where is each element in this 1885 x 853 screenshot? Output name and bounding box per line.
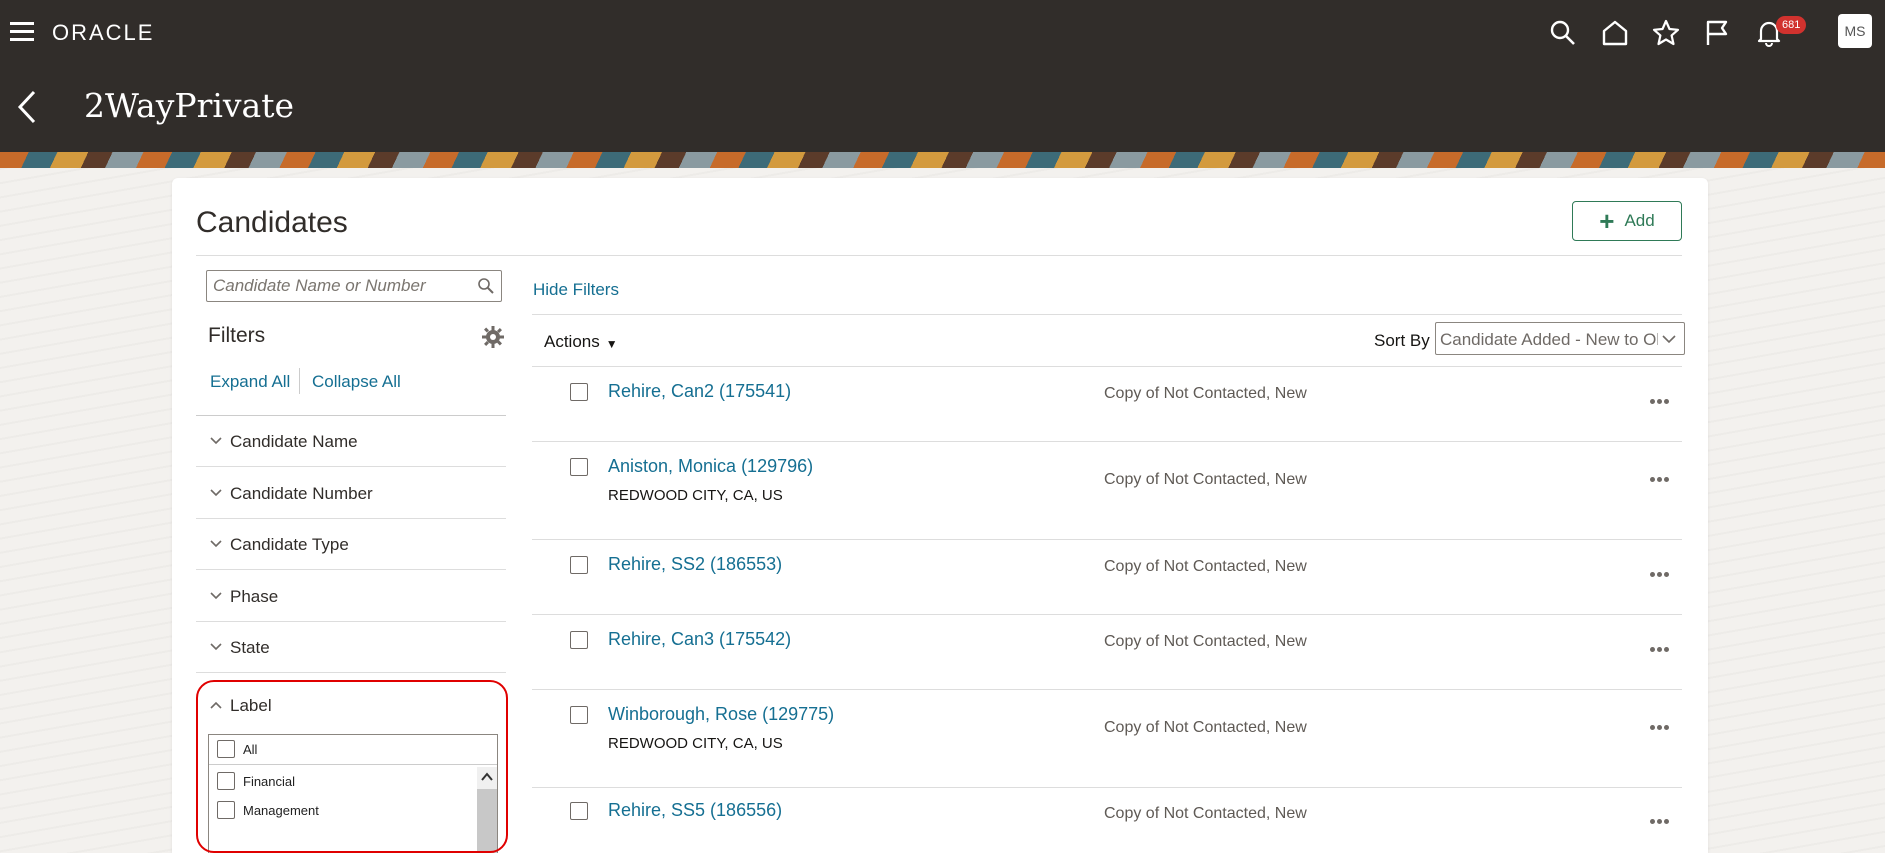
label-option-text: Management xyxy=(243,802,319,818)
row-checkbox[interactable] xyxy=(570,383,588,401)
chevron-down-icon xyxy=(210,489,222,497)
candidate-location: REDWOOD CITY, CA, US xyxy=(608,735,783,752)
candidate-status: Copy of Not Contacted, New xyxy=(1104,558,1307,575)
row-checkbox[interactable] xyxy=(570,802,588,820)
label-checkbox-all[interactable] xyxy=(217,740,235,758)
candidate-row[interactable]: Winborough, Rose (129775) REDWOOD CITY, … xyxy=(532,690,1682,788)
candidate-row[interactable]: Rehire, SS2 (186553) Copy of Not Contact… xyxy=(532,540,1682,615)
candidate-name-link[interactable]: Rehire, SS5 (186556) xyxy=(608,800,782,821)
flag-icon[interactable] xyxy=(1702,18,1732,48)
facet-state[interactable]: State xyxy=(196,622,506,673)
chevron-down-icon xyxy=(210,540,222,548)
divider xyxy=(299,368,300,394)
home-icon[interactable] xyxy=(1600,18,1630,48)
row-checkbox[interactable] xyxy=(570,556,588,574)
candidate-row[interactable]: Aniston, Monica (129796) REDWOOD CITY, C… xyxy=(532,442,1682,540)
row-checkbox[interactable] xyxy=(570,706,588,724)
sort-by-value: Candidate Added - New to Old xyxy=(1440,330,1658,349)
collapse-all-link[interactable]: Collapse All xyxy=(312,372,401,392)
label-option-management[interactable]: Management xyxy=(217,801,319,819)
facet-candidate-name[interactable]: Candidate Name xyxy=(196,416,506,467)
chevron-down-icon xyxy=(210,643,222,651)
sort-by-select[interactable]: Candidate Added - New to Old xyxy=(1435,322,1685,355)
page-title: 2WayPrivate xyxy=(84,86,295,125)
more-actions-icon[interactable] xyxy=(1650,469,1674,482)
star-icon[interactable] xyxy=(1651,18,1681,48)
candidate-search-input[interactable] xyxy=(213,275,463,297)
label-checkbox-management[interactable] xyxy=(217,801,235,819)
actions-menu[interactable]: Actions ▼ xyxy=(544,332,618,352)
candidate-name-link[interactable]: Rehire, Can3 (175542) xyxy=(608,629,791,650)
facet-label: Candidate Type xyxy=(230,535,349,554)
candidate-location: REDWOOD CITY, CA, US xyxy=(608,487,783,504)
actions-label: Actions xyxy=(544,332,600,351)
search-icon[interactable] xyxy=(477,277,495,295)
row-checkbox[interactable] xyxy=(570,631,588,649)
facet-candidate-number[interactable]: Candidate Number xyxy=(196,468,506,519)
expand-all-link[interactable]: Expand All xyxy=(210,372,290,392)
candidate-status: Copy of Not Contacted, New xyxy=(1104,805,1307,822)
add-button[interactable]: + Add xyxy=(1572,201,1682,241)
chevron-up-icon xyxy=(210,701,222,709)
label-checkbox-financial[interactable] xyxy=(217,772,235,790)
plus-icon: + xyxy=(1599,206,1615,236)
menu-icon[interactable] xyxy=(10,22,34,42)
candidate-status: Copy of Not Contacted, New xyxy=(1104,719,1307,736)
add-button-label: Add xyxy=(1624,211,1655,230)
row-checkbox[interactable] xyxy=(570,458,588,476)
facet-candidate-type[interactable]: Candidate Type xyxy=(196,519,506,570)
candidate-status: Copy of Not Contacted, New xyxy=(1104,471,1307,488)
facet-phase[interactable]: Phase xyxy=(196,571,506,622)
candidate-status: Copy of Not Contacted, New xyxy=(1104,385,1307,402)
caret-down-icon: ▼ xyxy=(605,336,618,351)
chevron-down-icon xyxy=(1662,335,1676,344)
candidate-name-link[interactable]: Winborough, Rose (129775) xyxy=(608,704,834,725)
divider xyxy=(196,255,1682,256)
candidate-row[interactable]: Rehire, Can3 (175542) Copy of Not Contac… xyxy=(532,615,1682,690)
hide-filters-link[interactable]: Hide Filters xyxy=(533,280,619,300)
candidate-row[interactable]: Rehire, SS5 (186556) Copy of Not Contact… xyxy=(532,788,1682,853)
label-option-financial[interactable]: Financial xyxy=(217,772,295,790)
facet-label: Candidate Number xyxy=(230,484,373,503)
scroll-up-arrow-icon[interactable] xyxy=(479,769,495,785)
scrollbar[interactable] xyxy=(477,767,497,853)
avatar[interactable]: MS xyxy=(1838,14,1872,48)
candidate-name-link[interactable]: Rehire, Can2 (175541) xyxy=(608,381,791,402)
label-option-text: All xyxy=(243,741,258,757)
candidate-search-field[interactable] xyxy=(206,270,502,302)
more-actions-icon[interactable] xyxy=(1650,639,1674,652)
card-title: Candidates xyxy=(196,206,348,239)
more-actions-icon[interactable] xyxy=(1650,811,1674,824)
facet-label-expanded[interactable]: Label xyxy=(196,682,506,722)
facet-label: State xyxy=(230,638,270,657)
decorative-banner xyxy=(0,152,1885,168)
more-actions-icon[interactable] xyxy=(1650,391,1674,404)
facet-label: Phase xyxy=(230,587,279,606)
candidate-name-link[interactable]: Aniston, Monica (129796) xyxy=(608,456,813,477)
back-arrow-icon[interactable] xyxy=(14,88,42,126)
more-actions-icon[interactable] xyxy=(1650,564,1674,577)
global-header: ORACLE 681 MS 2WayPrivate xyxy=(0,0,1885,152)
divider xyxy=(532,314,1682,315)
filters-heading: Filters xyxy=(208,324,266,347)
chevron-down-icon xyxy=(210,437,222,445)
notification-count-badge: 681 xyxy=(1776,16,1807,34)
candidate-status: Copy of Not Contacted, New xyxy=(1104,633,1307,650)
label-option-text: Financial xyxy=(243,773,296,789)
candidate-name-link[interactable]: Rehire, SS2 (186553) xyxy=(608,554,782,575)
facet-label: Candidate Name xyxy=(230,432,358,451)
scrollbar-thumb[interactable] xyxy=(477,789,497,853)
label-option-all[interactable]: All xyxy=(209,735,497,765)
chevron-down-icon xyxy=(210,592,222,600)
gear-icon[interactable] xyxy=(482,326,504,348)
sort-by-label: Sort By xyxy=(1374,331,1430,350)
facet-label: Label xyxy=(230,696,272,715)
oracle-logo: ORACLE xyxy=(52,20,155,45)
more-actions-icon[interactable] xyxy=(1650,717,1674,730)
search-icon[interactable] xyxy=(1548,18,1578,48)
label-options-list: All Financial Management xyxy=(208,734,498,853)
candidate-row[interactable]: Rehire, Can2 (175541) Copy of Not Contac… xyxy=(532,367,1682,442)
